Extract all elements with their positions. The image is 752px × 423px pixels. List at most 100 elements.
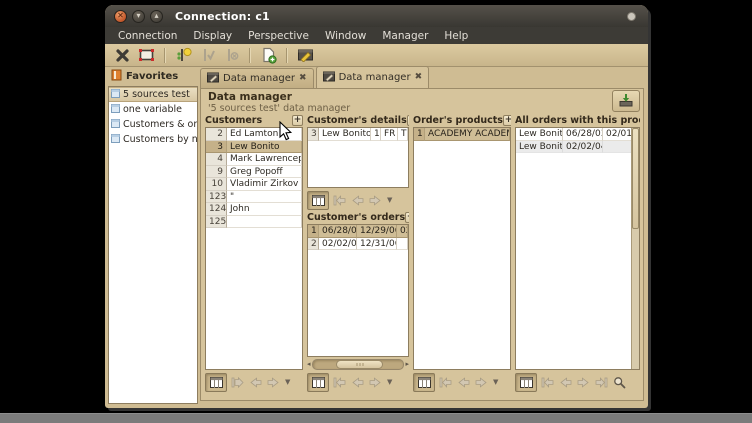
close-x-icon[interactable] (113, 46, 132, 65)
window-status-dot (627, 12, 636, 21)
table-row[interactable]: 106/28/0312/29/0602/0 (308, 225, 408, 238)
more-actions-icon[interactable]: ▼ (285, 378, 290, 386)
grid-view-button[interactable] (307, 373, 329, 392)
previous-record-icon[interactable] (456, 375, 471, 390)
next-record-icon[interactable] (368, 193, 383, 208)
panel-title: Customer's orders (307, 212, 405, 223)
table-row[interactable]: 123" (206, 191, 302, 204)
all-orders-toolbar (515, 371, 640, 393)
sidebar-item-5-sources-test[interactable]: 5 sources test (109, 87, 197, 102)
previous-record-icon[interactable] (248, 375, 263, 390)
table-cell: 1 (371, 128, 381, 141)
table-cell: 02/02/04 (319, 238, 357, 251)
table-cell: 1 (414, 128, 425, 141)
order-products-grid[interactable]: 1ACADEMY ACADEMY (413, 127, 511, 370)
menu-item-window[interactable]: Window (317, 30, 374, 42)
table-row[interactable]: 202/02/0412/31/06 (308, 238, 408, 251)
first-record-icon[interactable] (438, 375, 453, 390)
previous-record-icon[interactable] (350, 375, 365, 390)
first-record-icon[interactable] (332, 375, 347, 390)
grid-view-button[interactable] (307, 191, 329, 210)
vertical-scrollbar[interactable] (631, 128, 639, 369)
next-record-icon[interactable] (368, 375, 383, 390)
title-bar[interactable]: ✕ ▾ ▴ Connection: c1 (105, 5, 648, 27)
all-orders-panel: All orders with this product + Lew Bonit… (515, 114, 640, 393)
first-record-icon[interactable] (540, 375, 555, 390)
next-record-icon[interactable] (266, 375, 281, 390)
menu-item-help[interactable]: Help (436, 30, 476, 42)
add-button[interactable]: + (405, 212, 409, 223)
first-record-icon[interactable] (332, 193, 347, 208)
sidebar-item-label: Customers & orders (123, 119, 197, 130)
menu-bar: Connection Display Perspective Window Ma… (105, 27, 648, 44)
next-record-icon[interactable] (576, 375, 591, 390)
more-actions-icon[interactable]: ▼ (493, 378, 498, 386)
check-disabled-icon[interactable] (198, 46, 217, 65)
scrollbar-thumb[interactable] (632, 128, 639, 229)
tab-label: Data manager (223, 73, 295, 84)
lamp-plug-icon[interactable] (174, 46, 193, 65)
scrollbar-track[interactable] (312, 359, 405, 370)
all-orders-grid[interactable]: Lew Bonito06/28/0302/01/04Lew Bonito02/0… (516, 128, 632, 153)
minimize-window-button[interactable]: ▾ (132, 10, 145, 23)
add-button[interactable]: + (407, 115, 409, 126)
menu-item-manager[interactable]: Manager (374, 30, 436, 42)
table-row[interactable]: 125 (206, 216, 302, 229)
tab-close-icon[interactable]: ✖ (299, 74, 307, 83)
sidebar-item-one-variable[interactable]: one variable (109, 102, 197, 117)
customer-orders-toolbar: ▼ (307, 371, 409, 393)
sidebar-item-customers-by-name[interactable]: Customers by name (109, 132, 197, 147)
save-view-button[interactable] (612, 90, 640, 112)
window-properties-icon[interactable] (137, 46, 156, 65)
table-cell: 12/29/06 (357, 225, 397, 238)
table-row[interactable]: Lew Bonito02/02/04 (516, 141, 632, 154)
table-row[interactable]: 10Vladimir Zirkov (206, 178, 302, 191)
customer-orders-grid[interactable]: 106/28/0312/29/0602/0202/02/0412/31/06 (307, 224, 409, 357)
book-icon (111, 69, 122, 84)
close-window-button[interactable]: ✕ (114, 10, 127, 23)
menu-item-perspective[interactable]: Perspective (240, 30, 317, 42)
customers-grid[interactable]: 2Ed Lamton3Lew Bonito4Mark Lawrencep9Gre… (205, 127, 303, 370)
first-record-icon[interactable] (230, 375, 245, 390)
add-button[interactable]: + (503, 115, 511, 126)
tab-data-manager-2[interactable]: Data manager ✖ (316, 66, 430, 88)
previous-record-icon[interactable] (558, 375, 573, 390)
last-record-icon[interactable] (594, 375, 609, 390)
maximize-window-button[interactable]: ▴ (150, 10, 163, 23)
table-row[interactable]: Lew Bonito06/28/0302/01/04 (516, 128, 632, 141)
table-row[interactable]: 9Greg Popoff (206, 166, 302, 179)
tab-bar: Data manager ✖ Data manager ✖ (200, 67, 429, 88)
customer-details-grid[interactable]: 3Lew Bonito1FRTLS (307, 127, 409, 188)
sidebar-item-customers-orders[interactable]: Customers & orders (109, 117, 197, 132)
order-products-header: Order's products + (413, 114, 511, 126)
edit-window-icon[interactable] (296, 46, 315, 65)
data-manager-icon (207, 72, 219, 86)
rollback-disabled-icon[interactable] (222, 46, 241, 65)
scrollbar-thumb[interactable] (336, 360, 383, 369)
table-row[interactable]: 3Lew Bonito1FRTLS (308, 128, 408, 141)
grid-view-button[interactable] (413, 373, 435, 392)
next-record-icon[interactable] (474, 375, 489, 390)
more-actions-icon[interactable]: ▼ (387, 378, 392, 386)
search-icon[interactable] (612, 375, 627, 390)
new-document-icon[interactable] (259, 46, 278, 65)
scroll-right-icon[interactable]: ▸ (405, 359, 409, 370)
table-cell: 2 (206, 128, 227, 141)
table-row[interactable]: 124John (206, 203, 302, 216)
table-row[interactable]: 1ACADEMY ACADEMY (414, 128, 510, 141)
grid-view-button[interactable] (515, 373, 537, 392)
tab-data-manager-1[interactable]: Data manager ✖ (200, 68, 314, 88)
more-actions-icon[interactable]: ▼ (387, 196, 392, 204)
previous-record-icon[interactable] (350, 193, 365, 208)
scroll-left-icon[interactable]: ◂ (307, 359, 311, 370)
grid-view-button[interactable] (205, 373, 227, 392)
menu-item-display[interactable]: Display (185, 30, 240, 42)
table-row[interactable]: 4Mark Lawrencep (206, 153, 302, 166)
menu-item-connection[interactable]: Connection (110, 30, 185, 42)
table-cell: 1 (308, 225, 319, 238)
import-down-icon (618, 92, 634, 111)
tab-close-icon[interactable]: ✖ (415, 73, 423, 82)
data-manager-icon (323, 71, 335, 85)
horizontal-scrollbar[interactable]: ◂ ▸ (307, 359, 409, 370)
favorites-list: 5 sources test one variable Customers & … (108, 86, 198, 404)
